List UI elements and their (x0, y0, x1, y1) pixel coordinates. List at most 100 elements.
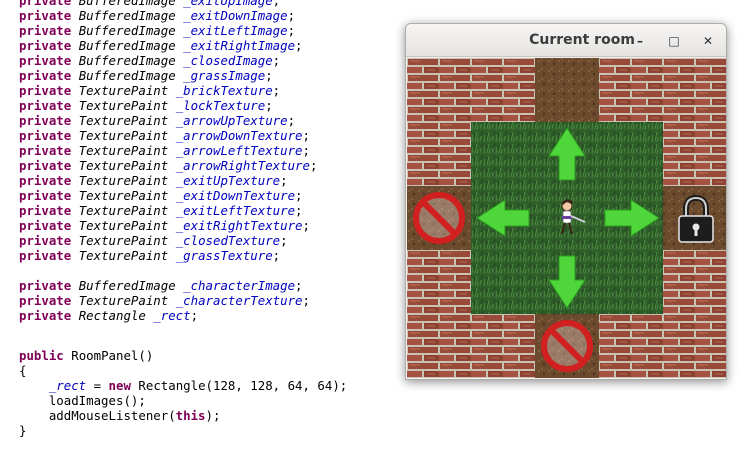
open-brace: { (19, 363, 27, 378)
statement-end: ; (309, 158, 318, 173)
field-declaration: private BufferedImage _exitUpImage; (19, 0, 280, 8)
field-name: _rect (153, 308, 191, 323)
closed-exit-left-icon (413, 192, 465, 244)
add-listener-call: addMouseListener(this); (48, 408, 221, 423)
statement-end: ; (265, 68, 273, 83)
current-room-window[interactable]: Current room – □ ✕ (405, 23, 727, 380)
access-modifier: private (19, 233, 72, 248)
statement-end: ; (302, 128, 310, 143)
field-name: _exitLeftImage (183, 23, 288, 38)
field-declaration: private TexturePaint _exitUpTexture; (19, 173, 288, 188)
field-type: BufferedImage (78, 68, 176, 83)
access-modifier: private (19, 293, 72, 308)
field-name: _characterTexture (175, 293, 303, 308)
field-name: _exitUpTexture (175, 173, 281, 188)
field-name: _arrowDownTexture (175, 128, 303, 143)
field-name: _exitDownImage (183, 8, 288, 23)
field-declaration: private BufferedImage _exitRightImage; (19, 38, 303, 53)
field-type: TexturePaint (78, 158, 169, 173)
access-modifier: private (19, 173, 72, 188)
field-name: _arrowUpTexture (175, 113, 288, 128)
field-declaration: private BufferedImage _exitLeftImage; (19, 23, 295, 38)
field-declaration: private TexturePaint _characterTexture; (19, 293, 310, 308)
field-declaration: private TexturePaint _exitDownTexture; (19, 188, 303, 203)
statement-end: ; (265, 98, 273, 113)
field-type: BufferedImage (78, 8, 176, 23)
field-name: _exitDownTexture (175, 188, 296, 203)
window-titlebar[interactable]: Current room – □ ✕ (406, 24, 726, 57)
statement-end: ; (272, 83, 281, 98)
statement-end: ; (295, 203, 303, 218)
field-name: _grassTexture (175, 248, 273, 263)
field-type: BufferedImage (78, 23, 176, 38)
field-declaration: private TexturePaint _lockTexture; (19, 98, 273, 113)
field-type: TexturePaint (78, 143, 169, 158)
access-modifier: private (19, 0, 72, 8)
field-declaration: private TexturePaint _exitLeftTexture; (19, 203, 303, 218)
access-modifier: private (19, 308, 72, 323)
field-type: TexturePaint (78, 173, 169, 188)
statement-end: ; (302, 293, 310, 308)
field-declaration: private BufferedImage _closedImage; (19, 53, 280, 68)
access-modifier: private (19, 188, 72, 203)
access-modifier: private (19, 8, 72, 23)
access-modifier: private (19, 53, 72, 68)
access-modifier: private (19, 158, 72, 173)
access-modifier: private (19, 218, 72, 233)
field-name: _brickTexture (175, 83, 273, 98)
access-modifier: private (19, 128, 72, 143)
field-type: BufferedImage (78, 53, 176, 68)
access-modifier: private (19, 248, 72, 263)
field-name: _grassImage (183, 68, 266, 83)
field-type: TexturePaint (78, 203, 169, 218)
statement-end: ; (287, 23, 296, 38)
statement-end: ; (280, 173, 288, 188)
access-modifier: private (19, 38, 72, 53)
statement-end: ; (295, 278, 303, 293)
access-modifier: private (19, 83, 72, 98)
field-declaration: private TexturePaint _brickTexture; (19, 83, 280, 98)
statement-end: ; (190, 308, 199, 323)
field-declaration: private TexturePaint _arrowLeftTexture; (19, 143, 310, 158)
field-name: _lockTexture (175, 98, 266, 113)
statement-end: ; (302, 143, 310, 158)
field-declaration: private TexturePaint _grassTexture; (19, 248, 280, 263)
statement-end: ; (272, 0, 281, 8)
field-name: _closedImage (183, 53, 273, 68)
field-type: TexturePaint (78, 188, 169, 203)
close-button[interactable]: ✕ (699, 32, 717, 50)
field-declaration: private Rectangle _rect; (19, 308, 198, 323)
statement-end: ; (272, 248, 281, 263)
field-declaration: private TexturePaint _arrowDownTexture; (19, 128, 310, 143)
field-declaration: private TexturePaint _exitRightTexture; (19, 218, 310, 233)
statement-end: ; (272, 53, 281, 68)
field-name: _exitUpImage (183, 0, 273, 8)
field-type: TexturePaint (78, 293, 169, 308)
field-name: _exitRightImage (183, 38, 296, 53)
load-images-call: loadImages(); (48, 393, 146, 408)
field-declaration: private BufferedImage _exitDownImage; (19, 8, 295, 23)
field-name: _arrowLeftTexture (175, 143, 303, 158)
maximize-button[interactable]: □ (665, 32, 683, 50)
access-modifier: private (19, 143, 72, 158)
field-type: TexturePaint (78, 218, 169, 233)
field-type: TexturePaint (78, 128, 169, 143)
statement-end: ; (287, 8, 296, 23)
field-declaration: private TexturePaint _arrowUpTexture; (19, 113, 295, 128)
field-type: BufferedImage (78, 278, 176, 293)
statement-end: ; (287, 113, 296, 128)
minimize-button[interactable]: – (631, 32, 649, 50)
access-modifier: private (19, 203, 72, 218)
access-modifier: private (19, 278, 72, 293)
closed-exit-down-icon (541, 320, 593, 372)
access-modifier: private (19, 98, 72, 113)
access-modifier: private (19, 113, 72, 128)
room-panel[interactable] (407, 58, 726, 378)
access-modifier: private (19, 68, 72, 83)
statement-end: ; (295, 188, 303, 203)
code-editor[interactable]: private BufferedImage _exitUpImage; priva… (0, 0, 400, 453)
field-name: _characterImage (183, 278, 296, 293)
field-type: TexturePaint (78, 113, 169, 128)
close-brace: } (19, 423, 27, 438)
exit-up-dirt (535, 58, 599, 122)
